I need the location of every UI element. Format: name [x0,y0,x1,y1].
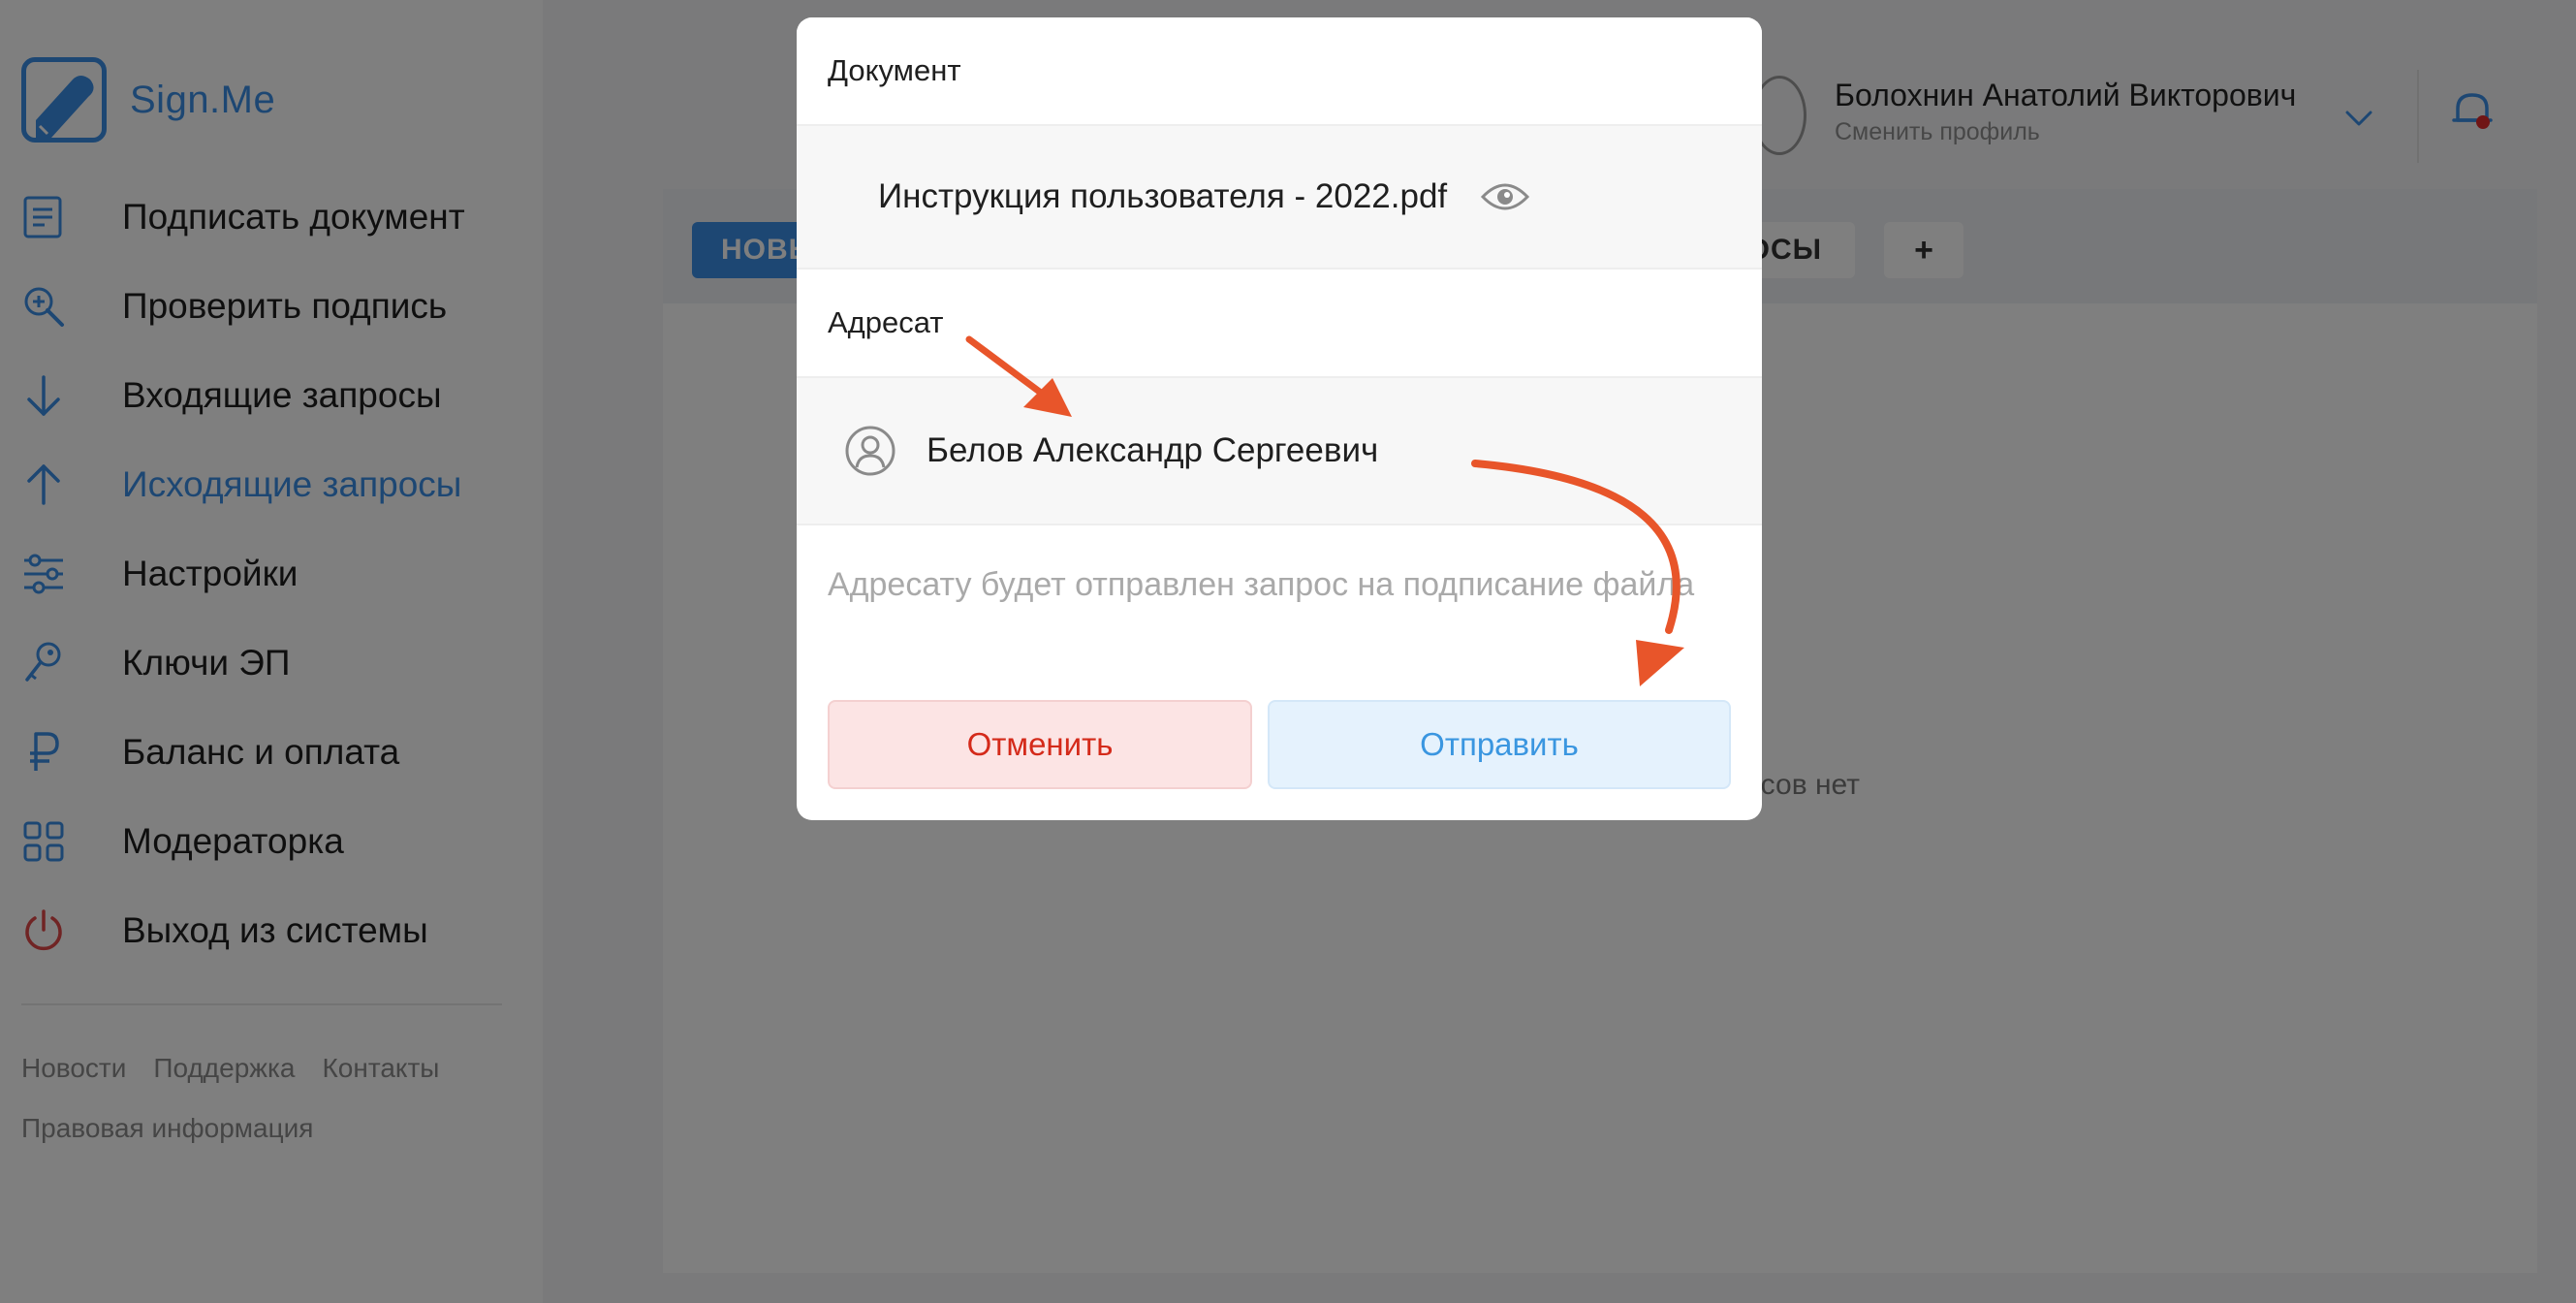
recipient-heading: Адресат [797,270,1762,376]
send-request-modal: Документ Инструкция пользователя - 2022.… [797,17,1762,820]
document-name: Инструкция пользователя - 2022.pdf [878,177,1448,215]
recipient-name: Белов Александр Сергеевич [927,431,1379,469]
cancel-button[interactable]: Отменить [828,700,1252,789]
recipient-row: Белов Александр Сергеевич [797,376,1762,525]
eye-icon[interactable] [1480,179,1530,214]
document-row: Инструкция пользователя - 2022.pdf [797,124,1762,270]
send-button[interactable]: Отправить [1268,700,1731,789]
person-icon [845,426,895,476]
hint-text: Адресату будет отправлен запрос на подпи… [828,566,1695,603]
document-heading: Документ [797,17,1762,124]
